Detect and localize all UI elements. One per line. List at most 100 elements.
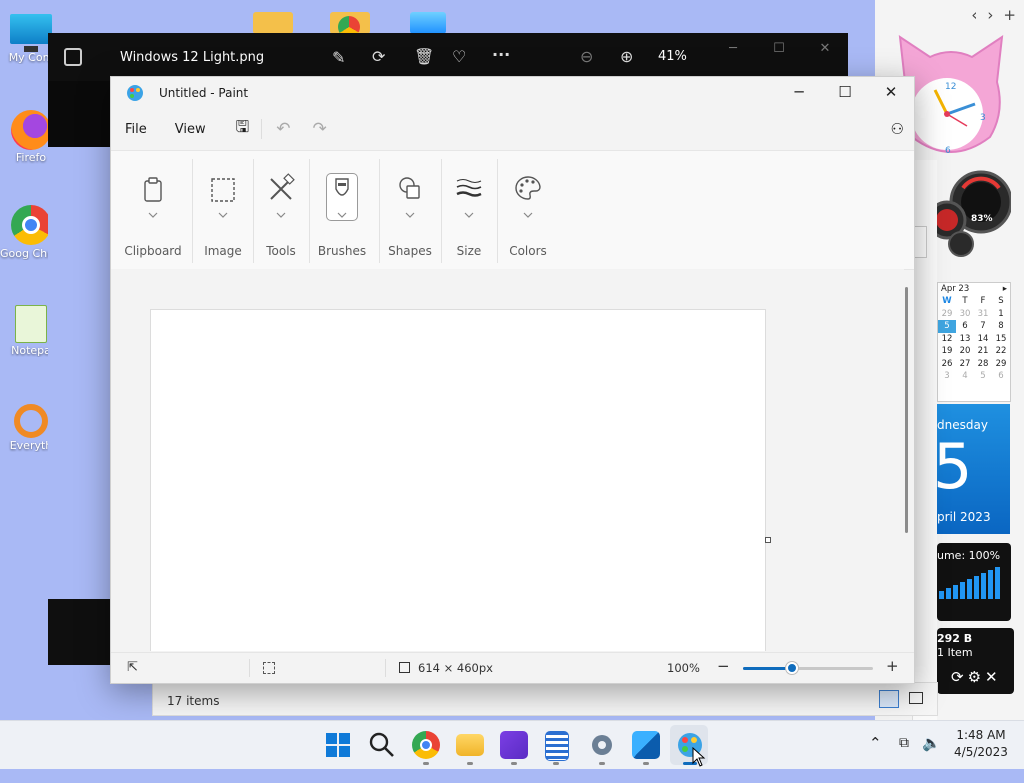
gear-icon[interactable]: ⚙: [968, 668, 981, 686]
close-button[interactable]: ✕: [802, 33, 848, 65]
calendar-widget[interactable]: Apr 23 ▸ W T F S 29 30 31 1 5 6 7 8 12 1…: [937, 282, 1011, 402]
calendar-day[interactable]: 6: [992, 370, 1010, 383]
chevron-right-icon[interactable]: ›: [987, 6, 993, 24]
running-indicator: [553, 762, 559, 765]
favorite-icon[interactable]: ♡: [452, 47, 466, 66]
calendar-day[interactable]: 5: [974, 370, 992, 383]
zoom-slider[interactable]: [743, 662, 873, 674]
notepad-taskbar-icon[interactable]: [545, 731, 569, 761]
calendar-day[interactable]: 3: [938, 370, 956, 383]
network-icon[interactable]: ⧉: [899, 735, 909, 783]
paint-menu-bar: File View 🖫 ↶ ↷ ⚇: [111, 113, 914, 145]
cpu-gauge-widget[interactable]: 83%: [935, 170, 1011, 260]
zoom-in-button[interactable]: +: [886, 657, 899, 675]
rotate-icon[interactable]: ⟳: [372, 47, 385, 66]
calendar-day[interactable]: 29: [992, 358, 1010, 371]
canvas-area[interactable]: [111, 269, 904, 651]
date-widget[interactable]: dnesday 5 pril 2023: [937, 404, 1010, 534]
search-icon[interactable]: [368, 731, 396, 759]
photo-image: [48, 147, 110, 599]
maximize-button[interactable]: ☐: [756, 33, 802, 65]
redo-icon[interactable]: ↷: [313, 119, 327, 139]
canvas-resize-handle[interactable]: [765, 537, 771, 543]
volume-icon[interactable]: 🔈: [922, 734, 941, 782]
ribbon-group-shapes[interactable]: Shapes: [381, 151, 439, 269]
start-button[interactable]: [324, 731, 352, 759]
undo-icon[interactable]: ↶: [276, 119, 290, 139]
minimize-button[interactable]: ─: [776, 77, 822, 109]
windows-update-icon[interactable]: [410, 12, 446, 34]
calendar-day[interactable]: 20: [956, 345, 974, 358]
calendar-day[interactable]: 6: [956, 320, 974, 333]
calendar-day[interactable]: 14: [974, 333, 992, 346]
minimize-button[interactable]: ─: [710, 33, 756, 65]
calendar-day[interactable]: 19: [938, 345, 956, 358]
calendar-day[interactable]: 8: [992, 320, 1010, 333]
folder-icon[interactable]: [253, 12, 293, 34]
cursor-position-icon: ⇱: [127, 660, 138, 675]
details-view-icon[interactable]: [879, 690, 899, 708]
settings-gear-icon[interactable]: [588, 731, 616, 759]
calendar-day[interactable]: 12: [938, 333, 956, 346]
tools-icon: [270, 173, 295, 218]
paint-window[interactable]: Untitled - Paint ─ ☐ ✕ File View 🖫 ↶ ↷ ⚇…: [110, 76, 915, 684]
zoom-out-icon[interactable]: ⊖: [580, 47, 593, 66]
visual-studio-icon[interactable]: [500, 731, 528, 759]
calendar-day[interactable]: 21: [974, 345, 992, 358]
account-icon[interactable]: ⚇: [891, 120, 904, 138]
ribbon-group-tools[interactable]: Tools: [255, 151, 307, 269]
calendar-day-today[interactable]: 5: [938, 320, 956, 333]
calendar-day[interactable]: 7: [974, 320, 992, 333]
menu-view[interactable]: View: [159, 122, 218, 137]
edit-image-icon[interactable]: ✎: [332, 48, 345, 67]
zoom-out-button[interactable]: −: [717, 657, 730, 675]
delete-icon[interactable]: 🗑: [414, 47, 434, 66]
chevron-left-icon[interactable]: ‹: [971, 6, 977, 24]
photos-preview-strip: [48, 81, 110, 147]
calendar-day[interactable]: 28: [974, 358, 992, 371]
ribbon-group-clipboard[interactable]: Clipboard: [121, 151, 185, 269]
chrome-taskbar-icon[interactable]: [412, 731, 440, 759]
close-icon[interactable]: ✕: [985, 668, 998, 686]
drawing-canvas[interactable]: [150, 309, 766, 651]
more-options-icon[interactable]: ···: [492, 45, 510, 64]
vertical-scrollbar[interactable]: [905, 287, 908, 533]
save-icon[interactable]: 🖫: [236, 116, 250, 143]
calendar-day[interactable]: 31: [974, 308, 992, 321]
calendar-day[interactable]: 22: [992, 345, 1010, 358]
ribbon-group-image[interactable]: Image: [195, 151, 251, 269]
explorer-search-box[interactable]: [913, 226, 927, 258]
calendar-day[interactable]: 4: [956, 370, 974, 383]
status-divider: [249, 659, 250, 677]
maximize-button[interactable]: ☐: [822, 77, 868, 109]
weekday: T: [962, 296, 968, 307]
calendar-header: Apr 23 ▸: [938, 283, 1010, 295]
calendar-day[interactable]: 30: [956, 308, 974, 321]
ribbon-group-brushes[interactable]: Brushes: [313, 151, 371, 269]
menu-file[interactable]: File: [111, 122, 159, 137]
calendar-day[interactable]: 27: [956, 358, 974, 371]
zoom-slider-thumb[interactable]: [786, 662, 799, 674]
zoom-in-icon[interactable]: ⊕: [620, 47, 633, 66]
clock-date: 4/5/2023: [954, 745, 1008, 759]
calendar-next-icon[interactable]: ▸: [1003, 284, 1007, 294]
file-explorer-icon[interactable]: [456, 734, 484, 756]
chrome-folder-icon[interactable]: [330, 12, 370, 38]
recycle-bin-widget[interactable]: 292 B 1 Item ⟳ ⚙ ✕: [937, 628, 1014, 694]
tiles-view-icon[interactable]: [909, 692, 923, 704]
close-button[interactable]: ✕: [868, 77, 914, 109]
monitor-icon: [10, 14, 52, 44]
calendar-day[interactable]: 1: [992, 308, 1010, 321]
ribbon-group-colors[interactable]: Colors: [499, 151, 557, 269]
show-hidden-icons-chevron[interactable]: ⌃: [869, 734, 882, 782]
everything-search-icon: [14, 404, 48, 438]
volume-widget[interactable]: ume: 100%: [937, 543, 1011, 621]
refresh-icon[interactable]: ⟳: [951, 668, 964, 686]
ribbon-group-size[interactable]: Size: [443, 151, 495, 269]
calendar-day[interactable]: 13: [956, 333, 974, 346]
calendar-day[interactable]: 29: [938, 308, 956, 321]
photos-taskbar-icon[interactable]: [632, 731, 660, 759]
add-icon[interactable]: +: [1003, 6, 1016, 24]
calendar-day[interactable]: 15: [992, 333, 1010, 346]
calendar-day[interactable]: 26: [938, 358, 956, 371]
